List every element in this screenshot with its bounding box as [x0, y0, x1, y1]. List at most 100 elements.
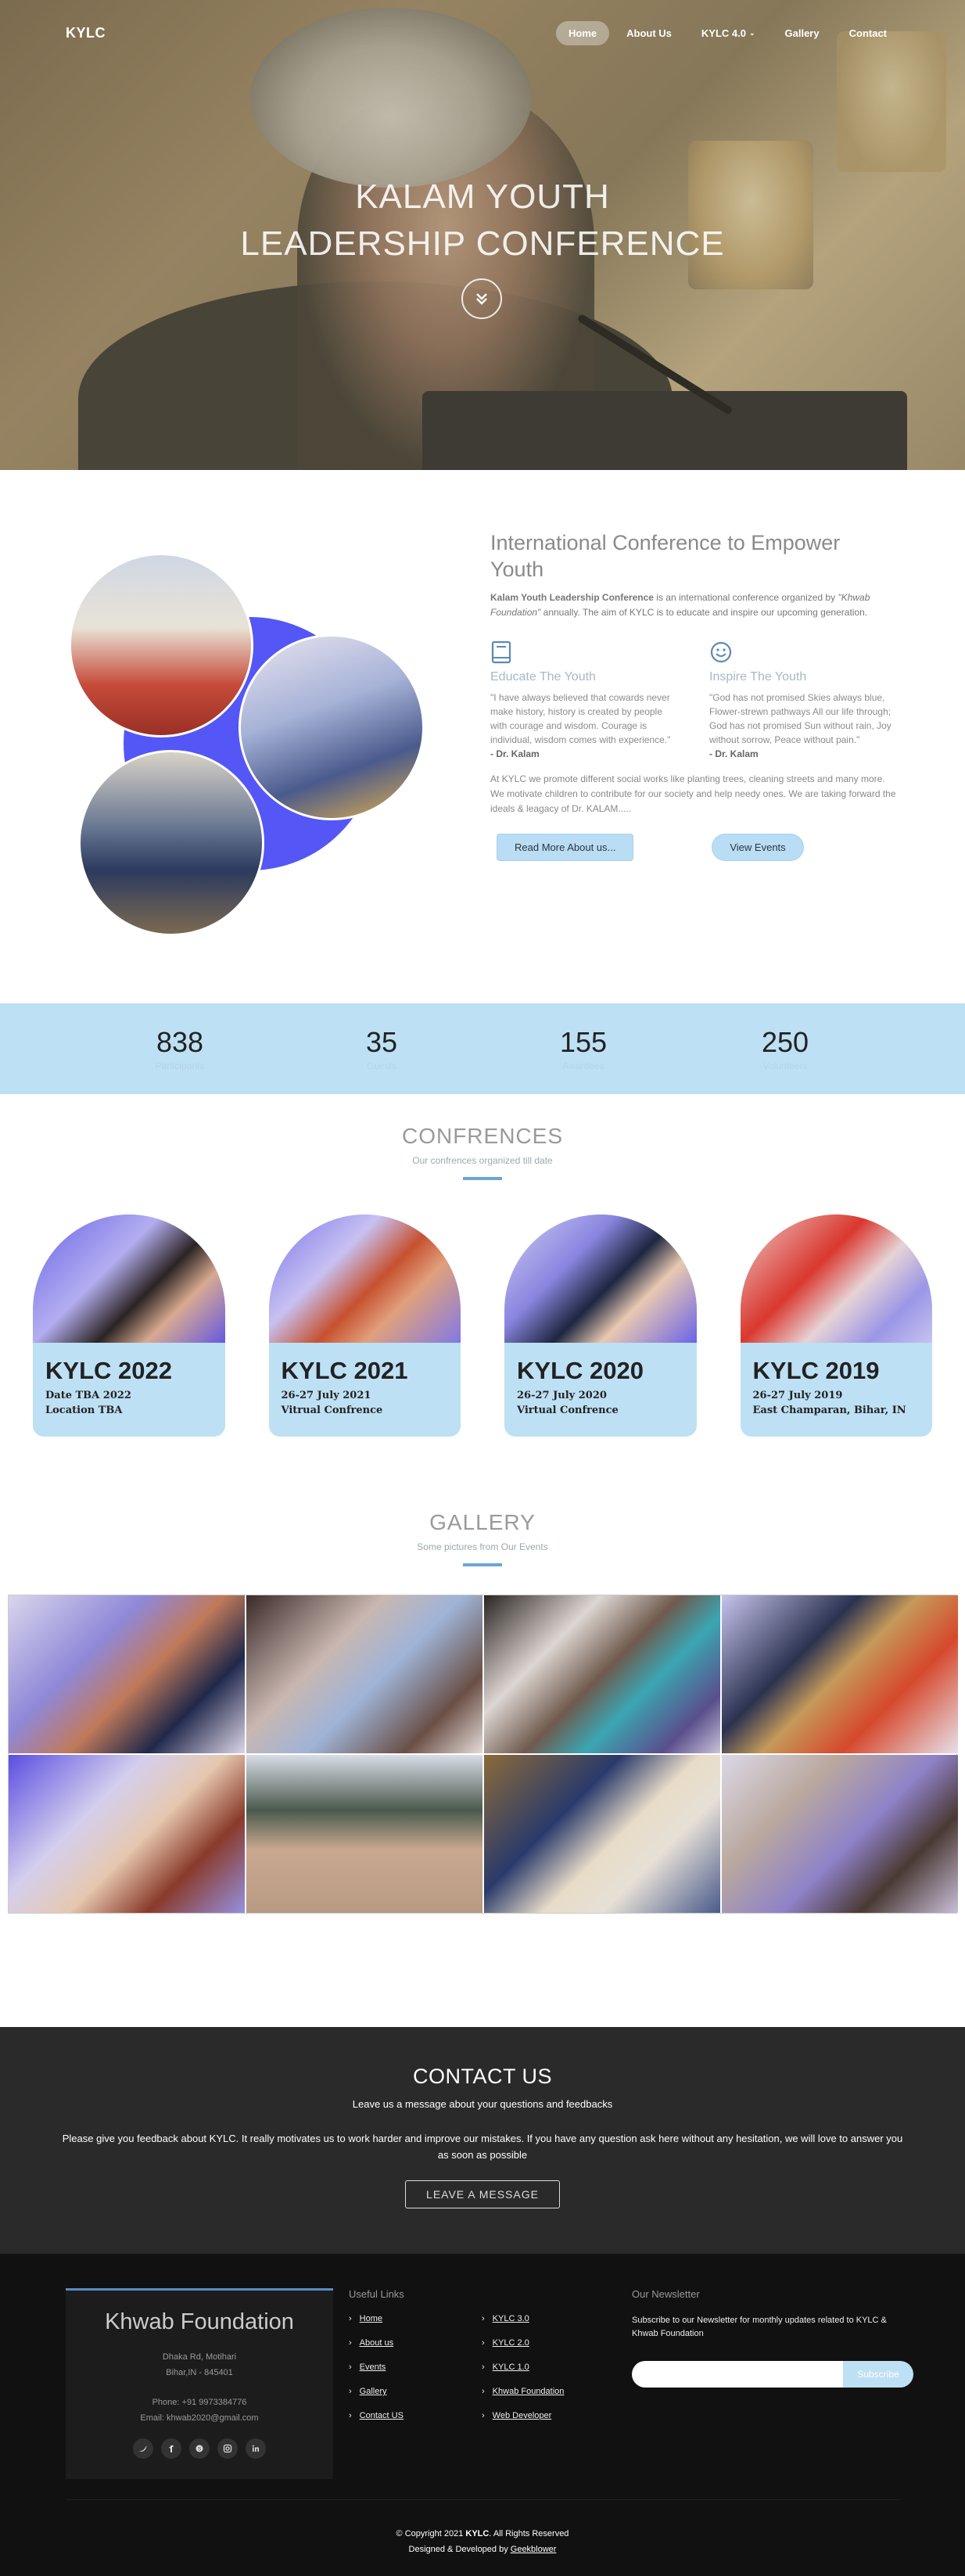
view-events-button[interactable]: View Events — [712, 834, 804, 861]
skype-icon[interactable]: S — [189, 2438, 210, 2459]
conference-title: KYLC 2020 — [517, 1357, 644, 1384]
hero-title: KALAM YOUTH LEADERSHIP CONFERENCE — [0, 174, 965, 267]
section-divider — [463, 1177, 502, 1180]
conference-photo — [33, 1214, 225, 1343]
nav-item-contact[interactable]: Contact — [837, 21, 899, 45]
hero-title-line1: KALAM YOUTH — [355, 178, 610, 216]
conference-location: East Champaran, Bihar, IN — [752, 1405, 906, 1416]
address-line: Dhaka Rd, Motihari — [162, 2352, 237, 2362]
nav-item-home[interactable]: Home — [555, 20, 610, 45]
subscribe-button[interactable]: Subscribe — [843, 2361, 913, 2388]
footer-email: Email: khwab2020@gmail.com — [140, 2413, 259, 2423]
gallery-image[interactable] — [484, 1755, 720, 1913]
stat-guests: 35 Guests — [335, 1026, 429, 1071]
contact-title: CONTACT US — [412, 2065, 552, 2088]
conference-location: Virtual Confrence — [517, 1405, 619, 1416]
gallery-image[interactable] — [9, 1755, 245, 1913]
conference-cards: KYLC 2022 Date TBA 2022 Location TBA KYL… — [0, 1214, 965, 1437]
read-more-button[interactable]: Read More About us... — [497, 834, 634, 861]
leave-message-button[interactable]: LEAVE A MESSAGE — [405, 2180, 560, 2208]
footer-address: Dhaka Rd, Motihari Bihar,IN - 845401 — [66, 2349, 333, 2380]
gallery-image[interactable] — [722, 1755, 958, 1913]
copyright-brand: KYLC — [465, 2529, 490, 2538]
footer-link-about[interactable]: About us — [349, 2338, 482, 2348]
conference-photo — [268, 1214, 461, 1343]
about-lead-bold: Kalam Youth Leadership Conference — [490, 592, 654, 603]
feature-inspire: Inspire The Youth "God has not promised … — [709, 640, 897, 761]
conference-date: 26-27 July 2021 — [281, 1390, 371, 1401]
contact-subtitle: Leave us a message about your questions … — [352, 2098, 613, 2110]
newsletter-form: Subscribe — [632, 2361, 913, 2388]
footer-link-home[interactable]: Home — [349, 2314, 482, 2323]
gallery-image[interactable] — [722, 1595, 958, 1753]
developer-link[interactable]: Geekblower — [511, 2545, 557, 2554]
stat-label: Volunteers — [762, 1060, 808, 1071]
footer-link-webdev[interactable]: Web Developer — [482, 2411, 615, 2420]
section-divider — [463, 1563, 502, 1566]
footer-link-kylc1[interactable]: KYLC 1.0 — [482, 2363, 615, 2372]
gallery-image[interactable] — [246, 1595, 482, 1753]
nav-item-label: Gallery — [784, 27, 820, 39]
linkedin-icon[interactable] — [246, 2438, 266, 2459]
chevron-down-icon: ⌄ — [748, 28, 755, 37]
footer-useful-links: Useful Links Home About us Events Galler… — [349, 2288, 615, 2435]
gallery-image[interactable] — [9, 1595, 245, 1753]
newsletter-email-input[interactable] — [632, 2361, 859, 2388]
about-photo-lamp-lighting — [239, 634, 425, 820]
copyright-text: . All Rights Reserved — [489, 2529, 569, 2538]
gallery-image[interactable] — [484, 1595, 720, 1753]
about-lead: Kalam Youth Leadership Conference is an … — [490, 590, 897, 620]
developer-line: Designed & Developed by Geekblower — [0, 2542, 965, 2557]
facebook-icon[interactable] — [161, 2438, 181, 2459]
footer-link-contact[interactable]: Contact US — [349, 2411, 482, 2420]
twitter-icon[interactable] — [133, 2438, 153, 2459]
conference-card-body: KYLC 2021 26-27 July 2021 Vitrual Confre… — [269, 1343, 461, 1430]
stat-awardees: 155 Awardees — [536, 1026, 630, 1071]
about-heading: International Conference to Empower Yout… — [490, 531, 841, 581]
about-lead-text: is an international conference organized… — [653, 592, 838, 603]
address-line: Bihar,IN - 845401 — [166, 2368, 233, 2377]
conference-card-2022[interactable]: KYLC 2022 Date TBA 2022 Location TBA — [33, 1214, 225, 1437]
section-title: CONFRENCES — [401, 1124, 563, 1148]
stat-label: Awardees — [562, 1060, 604, 1071]
stat-number: 35 — [365, 1026, 398, 1058]
footer-copyright: © Copyright 2021 KYLC. All Rights Reserv… — [0, 2526, 965, 2557]
footer-org-box: Khwab Foundation Dhaka Rd, Motihari Biha… — [66, 2288, 333, 2479]
feature-title: Educate The Youth — [490, 670, 596, 683]
main-navbar: KYLC Home About Us KYLC 4.0 ⌄ Gallery Con… — [0, 0, 965, 66]
footer-link-gallery[interactable]: Gallery — [349, 2387, 482, 2396]
nav-item-label: Contact — [848, 27, 887, 39]
conference-title: KYLC 2021 — [281, 1357, 408, 1384]
conference-date: 26-27 July 2020 — [517, 1390, 607, 1401]
conference-date: 26-27 July 2019 — [752, 1390, 843, 1401]
gallery-header: GALLERY Some pictures from Our Events — [0, 1510, 965, 1566]
developer-text: Designed & Developed by — [408, 2545, 511, 2554]
footer-link-events[interactable]: Events — [349, 2363, 482, 2372]
double-chevron-down-icon[interactable] — [461, 278, 502, 319]
conference-title: KYLC 2019 — [752, 1357, 880, 1384]
footer-link-kylc2[interactable]: KYLC 2.0 — [482, 2338, 615, 2348]
instagram-icon[interactable] — [217, 2438, 238, 2459]
footer-link-khwab[interactable]: Khwab Foundation — [482, 2387, 615, 2396]
gallery-image[interactable] — [246, 1755, 482, 1913]
about-photo-tree-planting — [78, 750, 264, 936]
feature-quote-text: "I have always believed that cowards nev… — [490, 692, 671, 745]
nav-item-gallery[interactable]: Gallery — [773, 21, 832, 45]
book-icon — [490, 640, 514, 664]
footer-link-kylc3[interactable]: KYLC 3.0 — [482, 2314, 615, 2323]
copyright-line: © Copyright 2021 KYLC. All Rights Reserv… — [0, 2526, 965, 2542]
brand-logo[interactable]: KYLC — [66, 25, 106, 41]
nav-item-label: KYLC 4.0 — [701, 27, 746, 39]
footer-link-column: KYLC 3.0 KYLC 2.0 KYLC 1.0 Khwab Foundat… — [482, 2314, 615, 2435]
conference-card-2020[interactable]: KYLC 2020 26-27 July 2020 Virtual Confre… — [504, 1214, 697, 1437]
conference-card-2019[interactable]: KYLC 2019 26-27 July 2019 East Champaran… — [740, 1214, 932, 1437]
feature-quote: "God has not promised Skies always blue,… — [709, 691, 897, 761]
about-content: International Conference to Empower Yout… — [490, 529, 897, 861]
nav-item-about[interactable]: About Us — [614, 21, 684, 45]
stats-section: 838 Participants 35 Guests 155 Awardees 250… — [0, 1003, 965, 1094]
nav-item-kylc[interactable]: KYLC 4.0 ⌄ — [689, 21, 768, 45]
conference-card-2021[interactable]: KYLC 2021 26-27 July 2021 Vitrual Confre… — [268, 1214, 461, 1437]
about-paragraph: At KYLC we promote different social work… — [490, 773, 896, 814]
conferences-header: CONFRENCES Our confrences organized till… — [0, 1124, 965, 1180]
footer-phone: Phone: +91 9973384776 — [152, 2398, 247, 2407]
